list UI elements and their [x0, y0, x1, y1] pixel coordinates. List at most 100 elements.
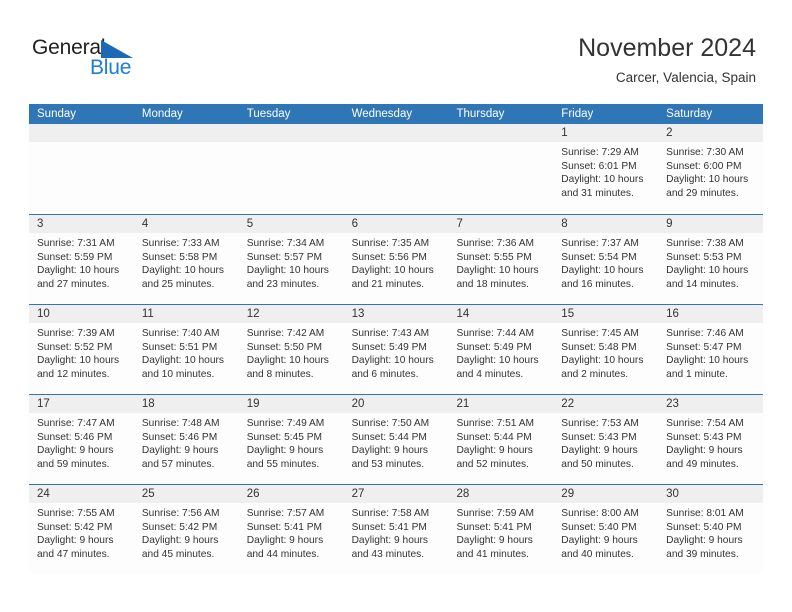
day-cell-7[interactable]: 7 Sunrise: 7:36 AM Sunset: 5:55 PM Daylight…: [448, 215, 554, 304]
day-cell-30[interactable]: 30 Sunrise: 8:01 AM Sunset: 5:40 PM Dayligh…: [658, 485, 764, 574]
day-cell-23[interactable]: 23 Sunrise: 7:54 AM Sunset: 5:43 PM Dayligh…: [658, 395, 764, 484]
daylight-text-cont: and 43 minutes.: [351, 548, 425, 560]
day-number-band: 26: [238, 485, 344, 503]
daylight-text: Daylight: 10 hours: [351, 265, 434, 277]
daylight-text: Daylight: 10 hours: [246, 355, 329, 367]
day-number: 30: [666, 488, 679, 500]
day-cell-26[interactable]: 26 Sunrise: 7:57 AM Sunset: 5:41 PM Dayligh…: [238, 485, 344, 574]
sunrise-text: Sunrise: 7:42 AM: [246, 328, 325, 339]
sunrise-text: Sunrise: 7:38 AM: [666, 238, 744, 249]
sunrise-text: Sunrise: 7:36 AM: [456, 238, 535, 249]
daylight-text: Daylight: 9 hours: [561, 535, 638, 547]
sunset-text: Sunset: 5:50 PM: [246, 341, 323, 353]
sunset-text: Sunset: 5:55 PM: [456, 251, 532, 263]
daylight-text: Daylight: 10 hours: [456, 355, 539, 367]
day-number: 15: [561, 308, 575, 320]
day-number-band: 13: [343, 305, 449, 323]
daylight-text-cont: and 10 minutes.: [141, 368, 215, 380]
day-number-band: 17: [29, 395, 134, 413]
daylight-text: Daylight: 9 hours: [351, 445, 429, 457]
daylight-text-cont: and 44 minutes.: [246, 548, 320, 560]
day-cell-16[interactable]: 16 Sunrise: 7:46 AM Sunset: 5:47 PM Dayligh…: [658, 305, 764, 394]
daylight-text: Daylight: 9 hours: [37, 445, 114, 457]
daylight-text-cont: and 14 minutes.: [666, 278, 739, 290]
day-number-band: 9: [658, 215, 764, 233]
sunset-text: Sunset: 5:49 PM: [456, 341, 532, 353]
day-cell-12[interactable]: 12 Sunrise: 7:42 AM Sunset: 5:50 PM Dayligh…: [238, 305, 344, 394]
day-cell-21[interactable]: 21 Sunrise: 7:51 AM Sunset: 5:44 PM Dayligh…: [448, 395, 554, 484]
day-cell-22[interactable]: 22 Sunrise: 7:53 AM Sunset: 5:43 PM Dayligh…: [553, 395, 659, 484]
sunrise-text: Sunrise: 7:29 AM: [561, 147, 639, 158]
day-number: 20: [351, 398, 365, 410]
day-cell-empty: [448, 124, 554, 214]
day-number-band: 24: [29, 485, 134, 503]
day-cell-9[interactable]: 9 Sunrise: 7:38 AM Sunset: 5:53 PM Daylight…: [658, 215, 764, 304]
sunrise-text: Sunrise: 7:46 AM: [666, 328, 744, 339]
day-cell-11[interactable]: 11 Sunrise: 7:40 AM Sunset: 5:51 PM Dayligh…: [133, 305, 239, 394]
day-cell-15[interactable]: 15 Sunrise: 7:45 AM Sunset: 5:48 PM Dayligh…: [553, 305, 659, 394]
day-number: 8: [561, 218, 568, 230]
day-cell-28[interactable]: 28 Sunrise: 7:59 AM Sunset: 5:41 PM Dayligh…: [448, 485, 554, 574]
day-number-band: 27: [343, 485, 449, 503]
sunrise-text: Sunrise: 7:44 AM: [456, 328, 535, 339]
sunset-text: Sunset: 5:48 PM: [561, 341, 637, 353]
day-cell-18[interactable]: 18 Sunrise: 7:48 AM Sunset: 5:46 PM Dayligh…: [133, 395, 239, 484]
daylight-text: Daylight: 9 hours: [456, 535, 533, 547]
day-cell-27[interactable]: 27 Sunrise: 7:58 AM Sunset: 5:41 PM Dayligh…: [343, 485, 449, 574]
day-number: 18: [141, 398, 155, 410]
day-detail-text: Sunrise: 7:50 AM Sunset: 5:44 PM Daylight:…: [344, 413, 449, 471]
day-number: 16: [666, 308, 679, 320]
sunset-text: Sunset: 5:49 PM: [351, 341, 427, 353]
day-number: 12: [246, 308, 260, 320]
daylight-text-cont: and 2 minutes.: [561, 368, 629, 380]
daylight-text: Daylight: 10 hours: [666, 265, 749, 277]
day-cell-17[interactable]: 17 Sunrise: 7:47 AM Sunset: 5:46 PM Dayligh…: [29, 395, 134, 484]
day-detail-text: Sunrise: 7:56 AM Sunset: 5:42 PM Daylight:…: [134, 503, 239, 561]
day-detail-text: Sunrise: 7:33 AM Sunset: 5:58 PM Daylight:…: [134, 233, 239, 291]
day-number: 13: [351, 308, 365, 320]
day-cell-8[interactable]: 8 Sunrise: 7:37 AM Sunset: 5:54 PM Daylight…: [553, 215, 659, 304]
day-cell-2[interactable]: 2 Sunrise: 7:30 AM Sunset: 6:00 PM Daylight…: [658, 124, 764, 214]
calendar-week-row: 24 Sunrise: 7:55 AM Sunset: 5:42 PM Dayligh…: [29, 484, 764, 574]
day-cell-5[interactable]: 5 Sunrise: 7:34 AM Sunset: 5:57 PM Daylight…: [238, 215, 344, 304]
day-detail-text: Sunrise: 7:31 AM Sunset: 5:59 PM Daylight:…: [29, 233, 134, 291]
day-detail-text: Sunrise: 7:38 AM Sunset: 5:53 PM Daylight:…: [658, 233, 763, 291]
day-cell-6[interactable]: 6 Sunrise: 7:35 AM Sunset: 5:56 PM Daylight…: [343, 215, 449, 304]
day-number-band: 16: [658, 305, 764, 323]
day-cell-1[interactable]: 1 Sunrise: 7:29 AM Sunset: 6:01 PM Daylight…: [553, 124, 659, 214]
general-blue-logo[interactable]: General Blue: [32, 36, 172, 82]
sunrise-text: Sunrise: 7:54 AM: [666, 418, 744, 429]
day-number-band: 25: [133, 485, 239, 503]
sunrise-text: Sunrise: 7:35 AM: [351, 238, 430, 249]
day-cell-3[interactable]: 3 Sunrise: 7:31 AM Sunset: 5:59 PM Daylight…: [29, 215, 134, 304]
day-detail-text: Sunrise: 7:37 AM Sunset: 5:54 PM Daylight:…: [553, 233, 658, 291]
daylight-text: Daylight: 9 hours: [246, 535, 324, 547]
day-cell-14[interactable]: 14 Sunrise: 7:44 AM Sunset: 5:49 PM Dayligh…: [448, 305, 554, 394]
day-cell-4[interactable]: 4 Sunrise: 7:33 AM Sunset: 5:58 PM Daylight…: [133, 215, 239, 304]
daylight-text-cont: and 8 minutes.: [246, 368, 314, 380]
day-cell-24[interactable]: 24 Sunrise: 7:55 AM Sunset: 5:42 PM Dayligh…: [29, 485, 134, 574]
day-number: 21: [456, 398, 470, 410]
day-cell-empty: [29, 124, 134, 214]
day-cell-25[interactable]: 25 Sunrise: 7:56 AM Sunset: 5:42 PM Dayligh…: [133, 485, 239, 574]
day-cell-10[interactable]: 10 Sunrise: 7:39 AM Sunset: 5:52 PM Dayligh…: [29, 305, 134, 394]
day-detail-text: Sunrise: 7:34 AM Sunset: 5:57 PM Daylight:…: [239, 233, 344, 291]
daylight-text: Daylight: 10 hours: [561, 265, 644, 277]
day-cell-19[interactable]: 19 Sunrise: 7:49 AM Sunset: 5:45 PM Dayligh…: [238, 395, 344, 484]
day-header-wednesday: Wednesday: [351, 108, 413, 120]
day-detail-text: Sunrise: 8:01 AM Sunset: 5:40 PM Daylight:…: [658, 503, 763, 561]
day-cell-20[interactable]: 20 Sunrise: 7:50 AM Sunset: 5:44 PM Dayligh…: [343, 395, 449, 484]
sunrise-text: Sunrise: 7:59 AM: [456, 508, 535, 519]
day-detail-text: Sunrise: 7:42 AM Sunset: 5:50 PM Daylight:…: [239, 323, 344, 381]
day-number-band: 28: [448, 485, 554, 503]
day-cell-13[interactable]: 13 Sunrise: 7:43 AM Sunset: 5:49 PM Dayligh…: [343, 305, 449, 394]
day-detail-text: Sunrise: 7:54 AM Sunset: 5:43 PM Daylight:…: [658, 413, 763, 471]
sunrise-text: Sunrise: 7:53 AM: [561, 418, 639, 429]
sunrise-text: Sunrise: 7:56 AM: [141, 508, 220, 519]
sunrise-text: Sunrise: 7:33 AM: [141, 238, 220, 249]
daylight-text-cont: and 29 minutes.: [666, 187, 739, 199]
day-cell-29[interactable]: 29 Sunrise: 8:00 AM Sunset: 5:40 PM Dayligh…: [553, 485, 659, 574]
day-number-band: 4: [133, 215, 239, 233]
calendar-week-row: 1 Sunrise: 7:29 AM Sunset: 6:01 PM Daylight…: [29, 124, 764, 214]
daylight-text: Daylight: 9 hours: [141, 535, 219, 547]
